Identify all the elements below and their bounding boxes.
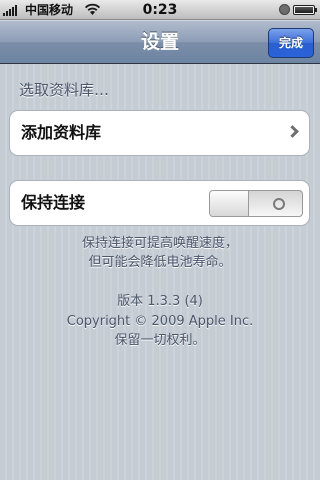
version-text: 版本 1.3.3 (4) xyxy=(117,294,203,309)
keep-alive-label: 保持连接 xyxy=(21,193,86,212)
wifi-icon xyxy=(84,3,101,15)
rights-text: 保留一切权利。 xyxy=(114,333,206,348)
rotation-lock-icon xyxy=(279,4,290,15)
toggle-off-icon xyxy=(273,198,285,210)
add-library-cell[interactable]: 添加资料库 xyxy=(9,110,310,156)
battery-icon xyxy=(293,5,317,15)
chevron-right-icon xyxy=(286,125,299,138)
signal-bars-icon xyxy=(3,4,17,16)
library-section-header: 选取资料库… xyxy=(19,81,110,99)
done-button[interactable]: 完成 xyxy=(267,28,314,58)
keep-alive-cell: 保持连接 xyxy=(9,180,310,226)
keep-alive-note-line2: 但可能会降低电池寿命。 xyxy=(88,255,232,270)
keep-alive-note-line1: 保持连接可提高唤醒速度， xyxy=(81,236,238,251)
navigation-bar: 设置 完成 xyxy=(0,20,320,64)
toggle-knob[interactable] xyxy=(210,191,249,216)
status-bar: 中国移动 0:23 xyxy=(0,0,320,20)
add-library-label: 添加资料库 xyxy=(21,123,102,142)
carrier-name: 中国移动 xyxy=(25,3,74,17)
keep-alive-toggle[interactable] xyxy=(209,190,303,217)
copyright-text: Copyright © 2009 Apple Inc. xyxy=(66,314,254,329)
